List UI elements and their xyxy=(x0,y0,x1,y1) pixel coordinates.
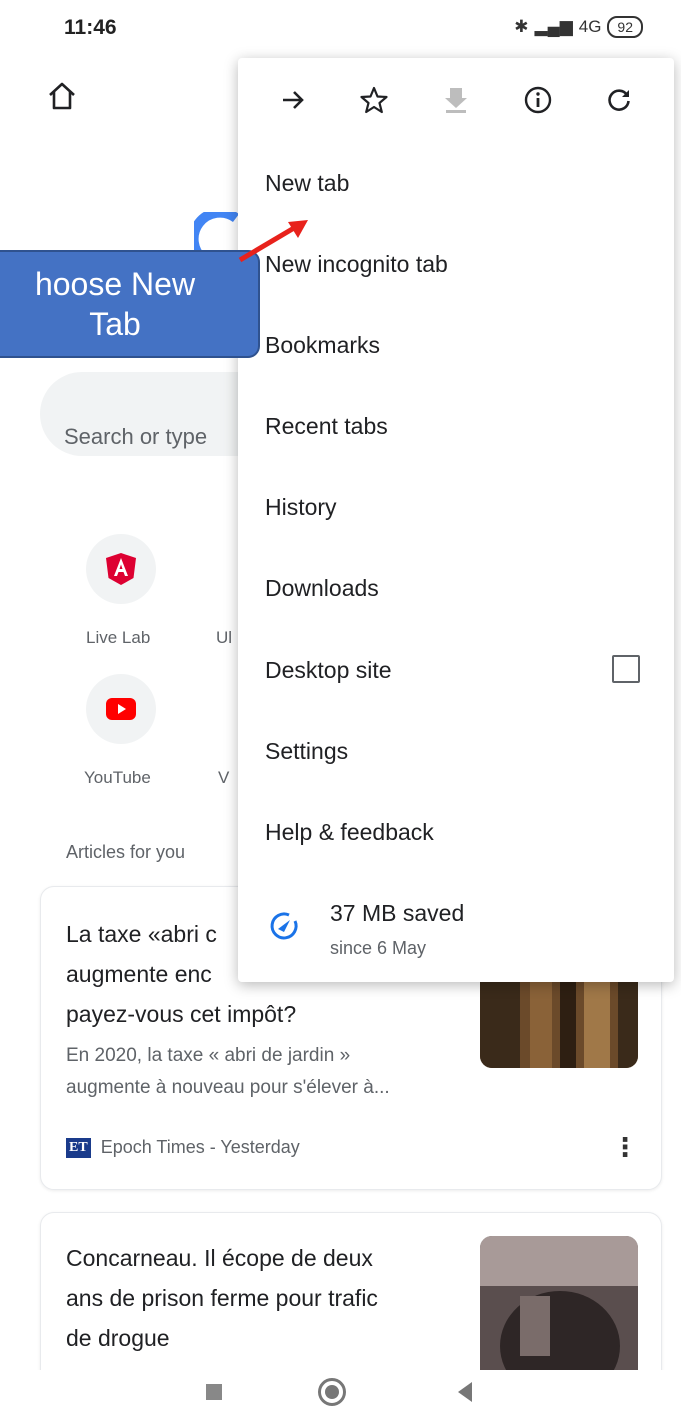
callout-line-2: Tab xyxy=(89,306,141,342)
battery-indicator: 92 xyxy=(607,16,643,38)
instruction-callout: hoose New Tab xyxy=(0,250,260,358)
bluetooth-icon: ✱ xyxy=(514,17,529,36)
overflow-menu: New tab New incognito tab Bookmarks Rece… xyxy=(238,58,674,982)
menu-item-bookmarks[interactable]: Bookmarks xyxy=(265,332,380,359)
info-icon[interactable] xyxy=(520,82,556,118)
home-icon[interactable] xyxy=(46,80,78,112)
star-icon[interactable] xyxy=(356,82,392,118)
network-type: 4G xyxy=(578,17,602,36)
menu-item-desktop-site[interactable]: Desktop site xyxy=(265,657,392,684)
tile-youtube[interactable] xyxy=(86,674,156,744)
tile-label-ul: Ul xyxy=(216,628,233,647)
signal-icon: ▂▄▆ xyxy=(534,17,573,36)
article-source: ET Epoch Times - Yesterday xyxy=(66,1137,300,1158)
menu-toolbar xyxy=(238,58,674,142)
forward-icon[interactable] xyxy=(275,82,311,118)
articles-header: Articles for you xyxy=(66,842,186,862)
status-icons: ✱ ▂▄▆ 4G 92 xyxy=(514,16,643,38)
status-time: 11:46 xyxy=(64,16,117,39)
data-saved-title[interactable]: 37 MB saved xyxy=(330,900,464,927)
menu-item-help-feedback[interactable]: Help & feedback xyxy=(265,819,434,846)
menu-item-settings[interactable]: Settings xyxy=(265,738,348,765)
more-options-icon[interactable]: ⋮ xyxy=(612,1132,638,1163)
tile-label-youtube: YouTube xyxy=(84,768,151,787)
article-snippet: En 2020, la taxe « abri de jardin » augm… xyxy=(66,1045,390,1098)
menu-item-new-tab[interactable]: New tab xyxy=(265,170,349,197)
publisher-logo: ET xyxy=(66,1137,91,1158)
source-text: Epoch Times - Yesterday xyxy=(100,1137,300,1157)
tile-label-v: V xyxy=(218,768,230,787)
article-title: Concarneau. Il écope de deux ans de pris… xyxy=(66,1245,378,1351)
annotation-arrow xyxy=(238,220,308,263)
tile-label-live-lab: Live Lab xyxy=(86,628,151,647)
desktop-site-checkbox[interactable] xyxy=(612,655,640,683)
recents-icon[interactable] xyxy=(206,1384,222,1400)
data-saver-icon xyxy=(270,912,298,940)
angular-icon xyxy=(106,553,136,585)
refresh-icon[interactable] xyxy=(601,82,637,118)
download-icon[interactable] xyxy=(438,82,474,118)
search-placeholder: Search or type xyxy=(64,424,208,449)
menu-item-history[interactable]: History xyxy=(265,494,337,521)
menu-item-recent-tabs[interactable]: Recent tabs xyxy=(265,413,388,440)
back-icon[interactable] xyxy=(458,1382,472,1402)
data-saved-subtitle: since 6 May xyxy=(330,938,427,958)
menu-item-downloads[interactable]: Downloads xyxy=(265,575,379,602)
youtube-icon xyxy=(106,698,136,720)
home-nav-icon[interactable] xyxy=(318,1378,346,1406)
callout-line-1: hoose New xyxy=(34,266,196,302)
tile-live-lab[interactable] xyxy=(86,534,156,604)
